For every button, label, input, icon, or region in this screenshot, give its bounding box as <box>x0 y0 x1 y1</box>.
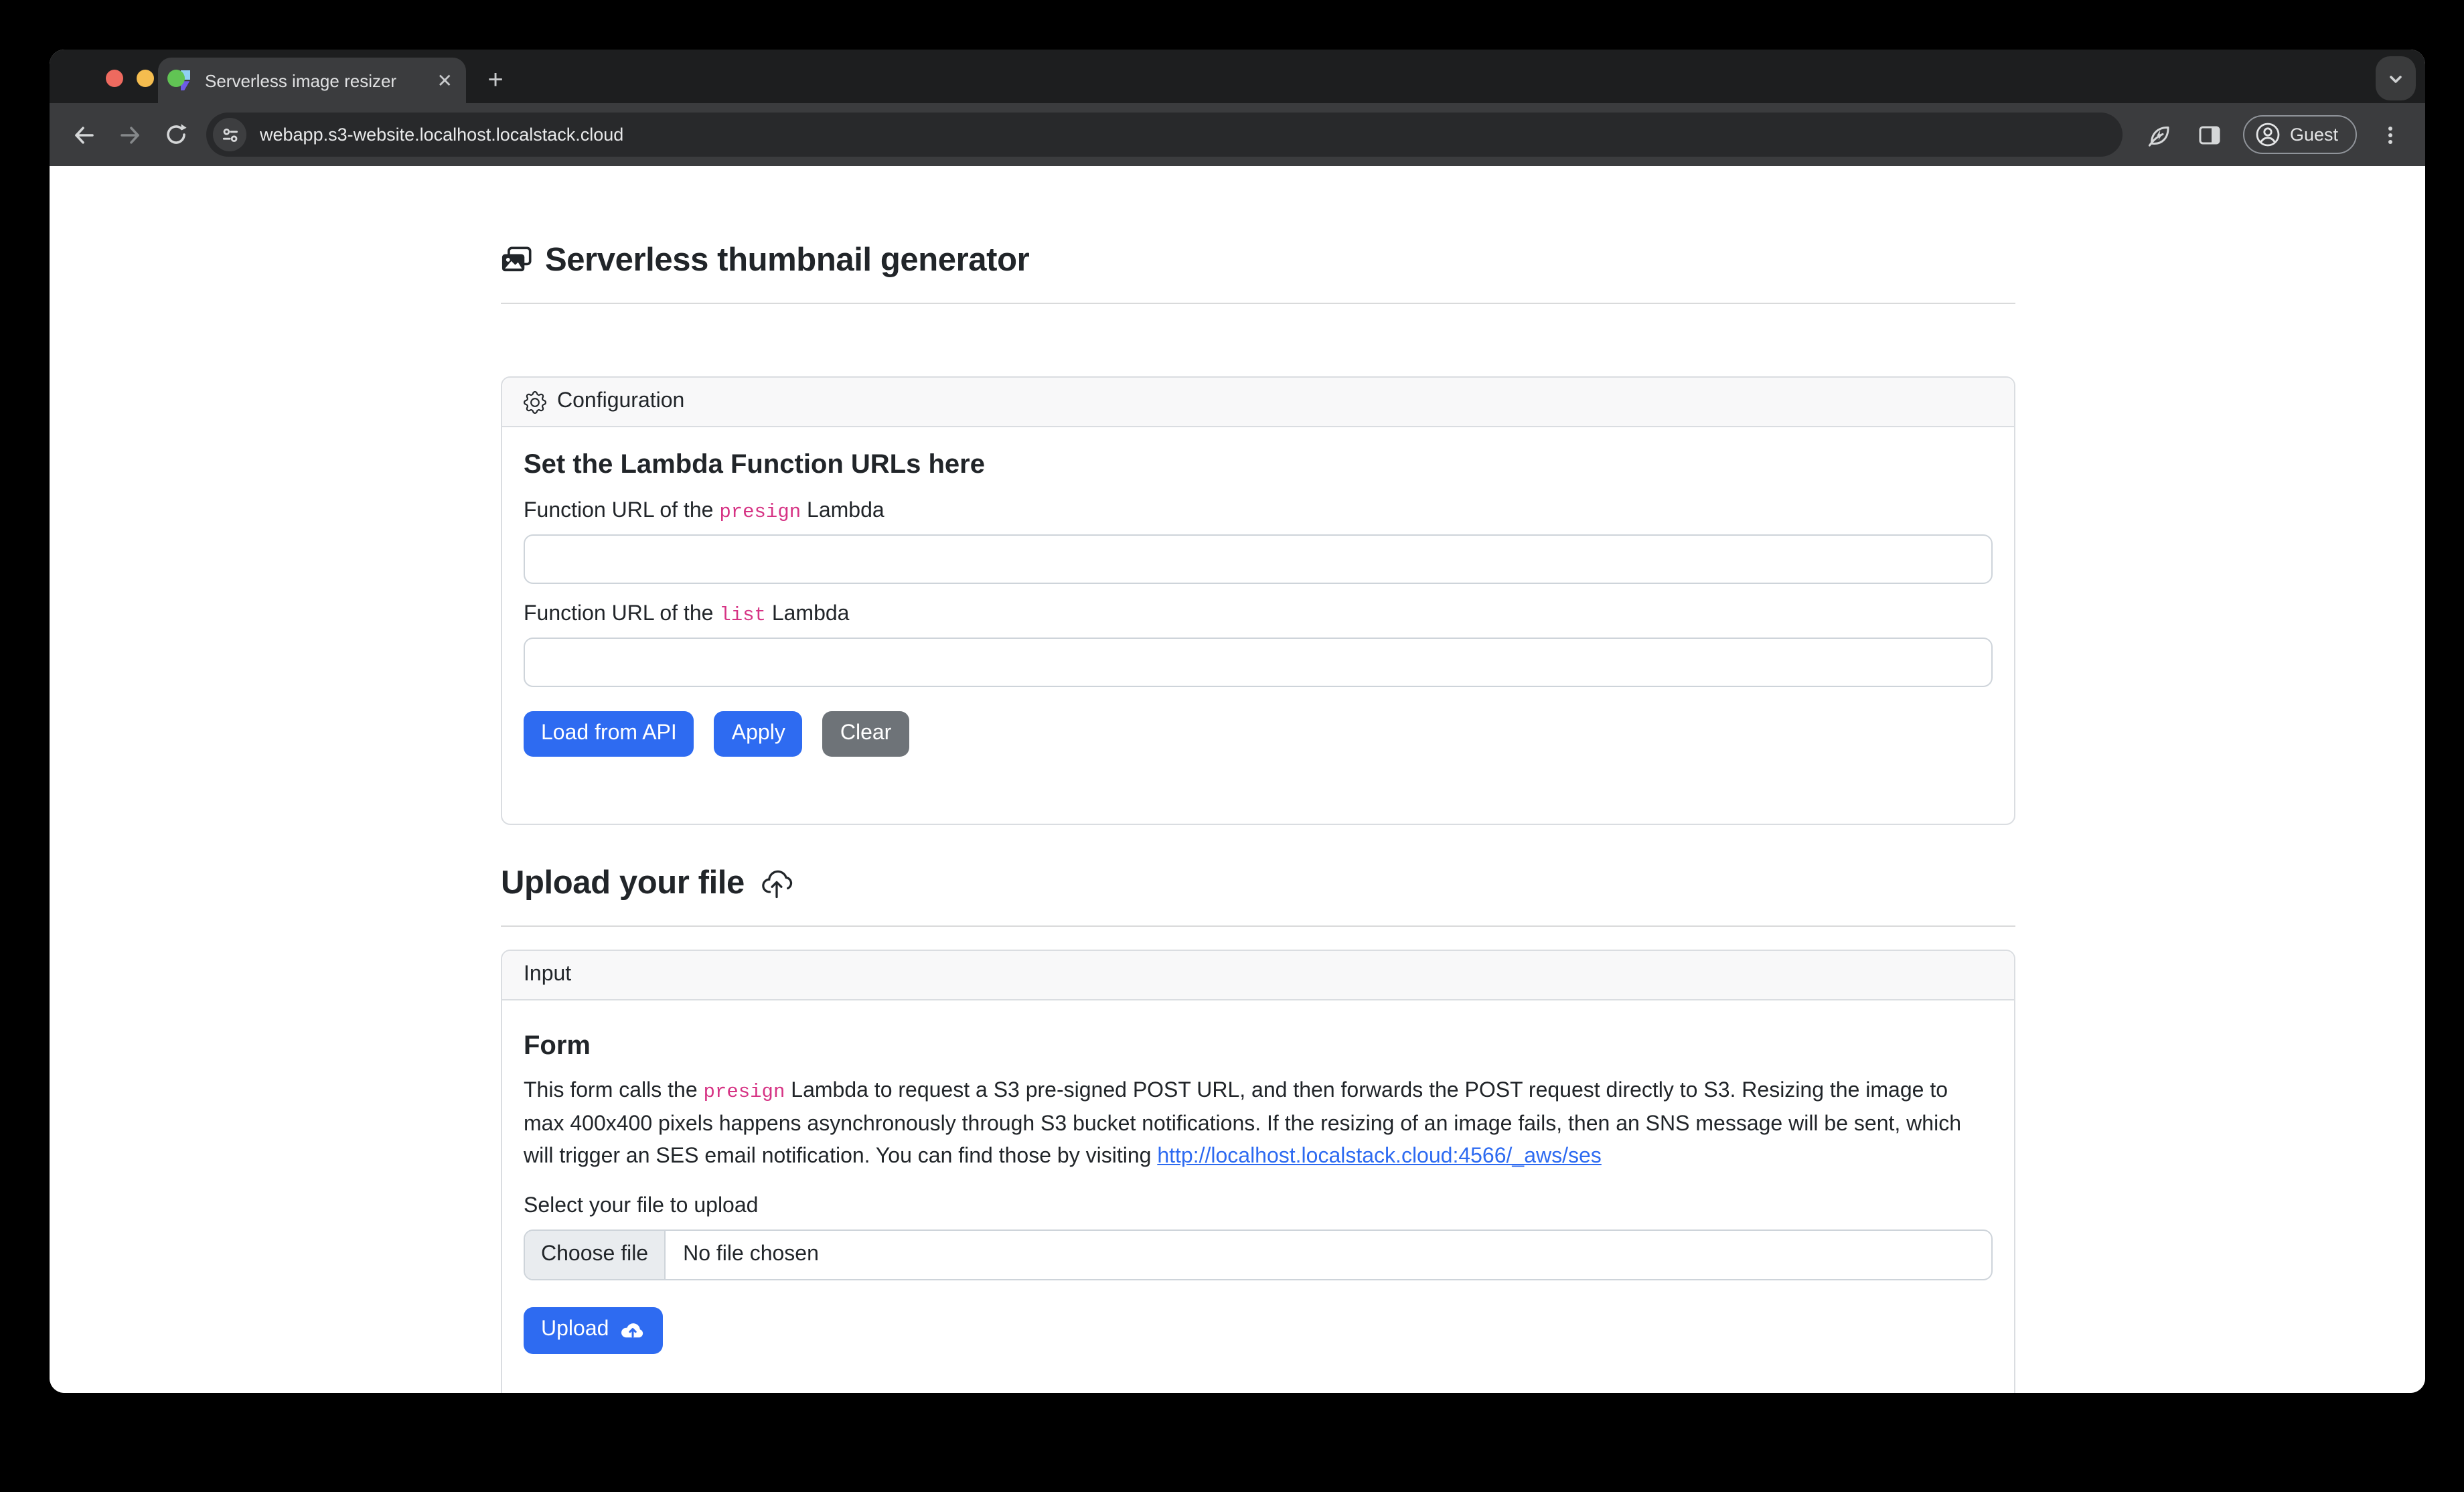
forward-button[interactable] <box>107 112 153 157</box>
browser-toolbar: webapp.s3-website.localhost.localstack.c… <box>50 103 2425 166</box>
config-actions: Load from API Apply Clear <box>524 711 1993 757</box>
back-button[interactable] <box>62 112 107 157</box>
chevron-down-icon <box>2386 69 2405 88</box>
upload-section-header: Upload your file <box>501 865 2015 903</box>
browser-menu-button[interactable] <box>2368 112 2413 157</box>
url-text: webapp.s3-website.localhost.localstack.c… <box>260 125 623 145</box>
site-settings-button[interactable] <box>213 118 246 151</box>
screen: Serverless image resizer ✕ + <box>0 0 2464 1492</box>
back-arrow-icon <box>71 121 98 148</box>
toolbar-right-cluster: Guest <box>2136 112 2413 157</box>
forward-arrow-icon <box>117 121 143 148</box>
divider <box>501 303 2015 304</box>
upload-heading: Upload your file <box>501 865 745 903</box>
divider <box>501 925 2015 927</box>
upload-button[interactable]: Upload <box>524 1307 662 1354</box>
clear-button[interactable]: Clear <box>823 711 909 757</box>
select-file-label: Select your file to upload <box>524 1195 1993 1219</box>
window-controls <box>106 70 185 87</box>
presign-url-label: Function URL of the presign Lambda <box>524 500 1993 524</box>
kebab-menu-icon <box>2380 124 2401 145</box>
list-url-input[interactable] <box>524 638 1993 687</box>
list-code: list <box>719 605 766 627</box>
apply-button[interactable]: Apply <box>714 711 803 757</box>
tab-search-button[interactable] <box>2376 56 2416 100</box>
zoom-window-button[interactable] <box>167 70 185 87</box>
profile-button[interactable]: Guest <box>2243 115 2357 154</box>
energy-saver-button[interactable] <box>2136 112 2181 157</box>
gear-icon <box>524 390 546 413</box>
presign-url-input[interactable] <box>524 534 1993 584</box>
new-tab-button[interactable]: + <box>477 62 514 99</box>
tab-title: Serverless image resizer <box>205 70 425 90</box>
close-tab-icon[interactable]: ✕ <box>437 71 453 90</box>
person-circle-icon <box>2255 122 2281 147</box>
side-panel-icon <box>2198 123 2222 147</box>
load-from-api-button[interactable]: Load from API <box>524 711 694 757</box>
configuration-card-header: Configuration <box>502 378 2014 427</box>
tune-icon <box>220 125 239 144</box>
form-description: This form calls the presign Lambda to re… <box>524 1075 1993 1173</box>
cloud-upload-fill-icon <box>619 1318 645 1343</box>
page-content: Serverless thumbnail generator Configura… <box>50 166 2425 1393</box>
cloud-upload-icon <box>759 867 794 901</box>
address-bar[interactable]: webapp.s3-website.localhost.localstack.c… <box>206 113 2123 157</box>
presign-code: presign <box>719 502 801 524</box>
tab-strip: Serverless image resizer ✕ + <box>50 50 2425 103</box>
input-card-header: Input <box>502 951 2014 1000</box>
file-status-text: No file chosen <box>666 1243 836 1267</box>
lambda-urls-heading: Set the Lambda Function URLs here <box>524 450 1993 481</box>
profile-label: Guest <box>2290 125 2338 145</box>
form-heading: Form <box>524 1031 1993 1062</box>
configuration-card: Configuration Set the Lambda Function UR… <box>501 376 2015 825</box>
presign-code: presign <box>704 1082 785 1104</box>
page-title: Serverless thumbnail generator <box>545 242 1029 280</box>
input-card-title: Input <box>524 963 571 987</box>
upload-button-label: Upload <box>541 1319 609 1343</box>
minimize-window-button[interactable] <box>137 70 154 87</box>
active-tab[interactable]: Serverless image resizer ✕ <box>158 58 466 103</box>
close-window-button[interactable] <box>106 70 123 87</box>
choose-file-button[interactable]: Choose file <box>525 1231 666 1279</box>
list-url-label: Function URL of the list Lambda <box>524 603 1993 627</box>
side-panel-button[interactable] <box>2187 112 2232 157</box>
file-input[interactable]: Choose file No file chosen <box>524 1229 1993 1280</box>
input-card: Input Form This form calls the presign L… <box>501 950 2015 1393</box>
reload-icon <box>163 122 188 147</box>
leaf-icon <box>2145 121 2172 148</box>
reload-button[interactable] <box>153 112 198 157</box>
configuration-card-title: Configuration <box>557 390 684 414</box>
page-header: Serverless thumbnail generator <box>501 242 2015 280</box>
plus-icon: + <box>487 65 503 96</box>
browser-window: Serverless image resizer ✕ + <box>50 50 2425 1393</box>
ses-link[interactable]: http://localhost.localstack.cloud:4566/_… <box>1157 1145 1602 1168</box>
images-icon <box>501 246 532 277</box>
